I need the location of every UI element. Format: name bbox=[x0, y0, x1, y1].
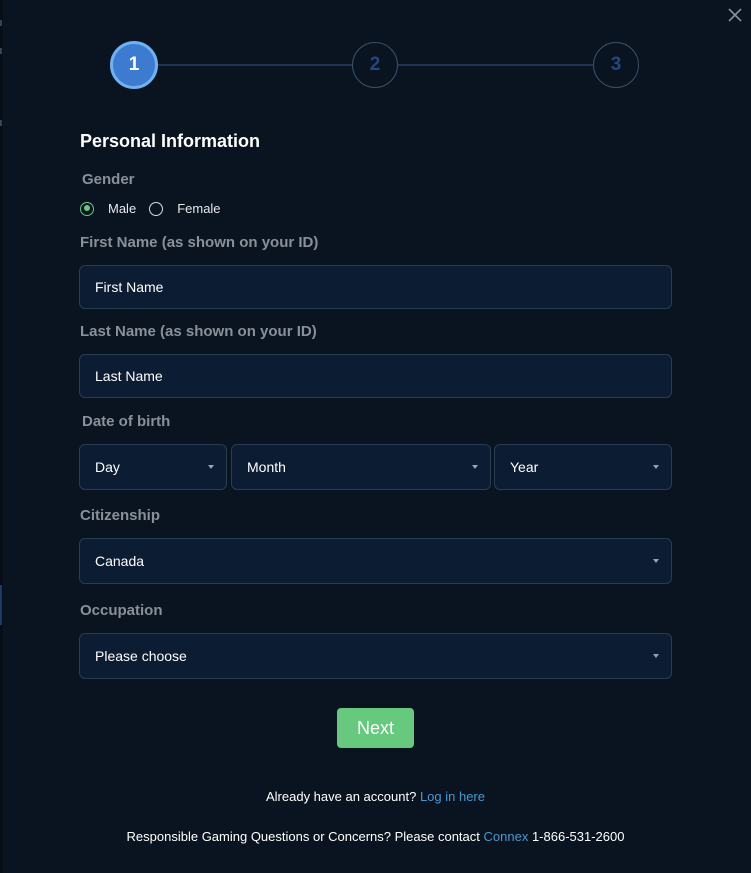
day-select[interactable]: Day bbox=[79, 444, 227, 490]
occupation-select-value: Please choose bbox=[95, 648, 187, 664]
chevron-down-icon bbox=[653, 654, 659, 658]
login-link[interactable]: Log in here bbox=[420, 789, 485, 804]
occupation-select[interactable]: Please choose bbox=[79, 633, 672, 679]
rg-phone: 1-866-531-2600 bbox=[528, 829, 625, 844]
progress-stepper: 1 2 3 bbox=[110, 41, 641, 90]
chevron-down-icon bbox=[208, 465, 214, 469]
last-name-label: Last Name (as shown on your ID) bbox=[80, 323, 317, 340]
connex-link[interactable]: Connex bbox=[484, 829, 529, 844]
edge-mark bbox=[0, 48, 2, 54]
step-connector bbox=[398, 64, 596, 66]
day-select-value: Day bbox=[95, 459, 120, 475]
close-icon bbox=[728, 8, 742, 22]
first-name-input[interactable]: First Name bbox=[79, 265, 672, 309]
step-2: 2 bbox=[352, 42, 398, 88]
chevron-down-icon bbox=[653, 465, 659, 469]
first-name-label: First Name (as shown on your ID) bbox=[80, 234, 319, 251]
step-connector bbox=[156, 64, 354, 66]
citizenship-label: Citizenship bbox=[80, 507, 161, 524]
login-prompt-text: Already have an account? bbox=[265, 789, 417, 804]
year-select[interactable]: Year bbox=[494, 444, 672, 490]
chevron-down-icon bbox=[653, 559, 659, 563]
citizenship-select[interactable]: Canada bbox=[79, 538, 672, 584]
edge-mark bbox=[0, 20, 2, 26]
last-name-input[interactable]: Last Name bbox=[79, 354, 672, 398]
next-button[interactable]: Next bbox=[337, 708, 414, 748]
step-3: 3 bbox=[593, 42, 639, 88]
radio-male[interactable] bbox=[80, 201, 94, 216]
chevron-down-icon bbox=[472, 465, 478, 469]
occupation-label: Occupation bbox=[80, 602, 163, 619]
close-button[interactable] bbox=[724, 4, 746, 26]
login-prompt: Already have an account? Log in here bbox=[0, 789, 751, 804]
responsible-gaming-notice: Responsible Gaming Questions or Concerns… bbox=[0, 829, 751, 844]
radio-female-label[interactable]: Female bbox=[177, 201, 220, 216]
edge-mark bbox=[0, 120, 2, 126]
radio-female[interactable] bbox=[149, 201, 164, 216]
first-name-placeholder: First Name bbox=[95, 279, 164, 295]
month-select[interactable]: Month bbox=[231, 444, 491, 490]
month-select-value: Month bbox=[247, 459, 286, 475]
radio-male-label[interactable]: Male bbox=[108, 201, 136, 216]
gender-radio-group: Male Female bbox=[80, 201, 234, 216]
edge-mark bbox=[0, 585, 2, 625]
rg-text: Responsible Gaming Questions or Concerns… bbox=[126, 829, 480, 844]
year-select-value: Year bbox=[510, 459, 539, 475]
citizenship-select-value: Canada bbox=[95, 553, 145, 569]
page-title: Personal Information bbox=[80, 131, 261, 151]
gender-label: Gender bbox=[82, 171, 135, 188]
background-edge bbox=[0, 0, 3, 873]
last-name-placeholder: Last Name bbox=[95, 368, 163, 384]
dob-label: Date of birth bbox=[82, 413, 171, 430]
step-1: 1 bbox=[110, 41, 158, 89]
